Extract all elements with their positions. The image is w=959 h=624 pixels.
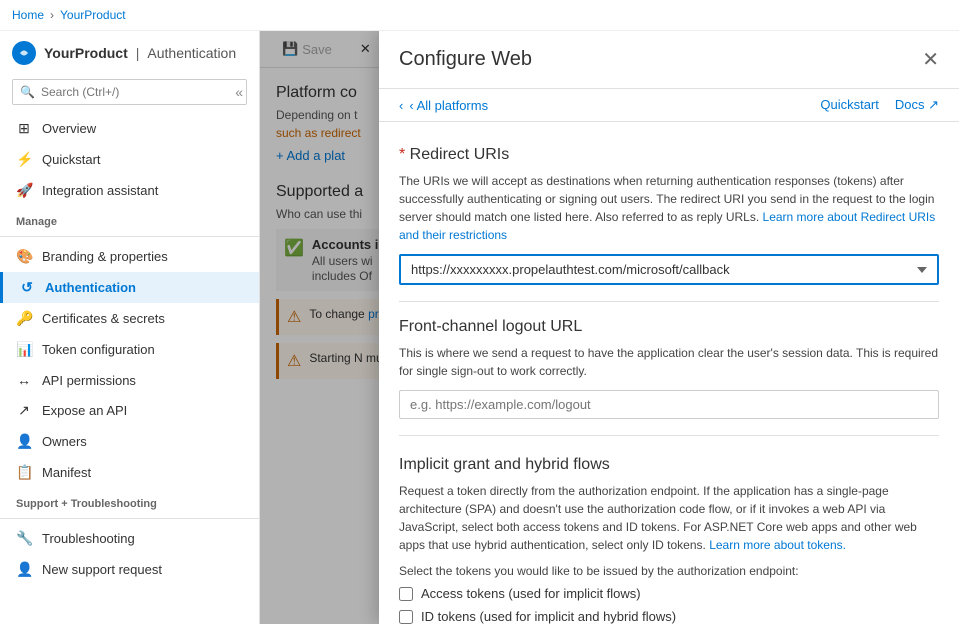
redirect-description: The URIs we will accept as destinations … bbox=[399, 172, 939, 244]
overview-icon: ⊞ bbox=[16, 120, 32, 137]
divider bbox=[0, 236, 259, 237]
sidebar-item-new-support[interactable]: 👤 New support request bbox=[0, 554, 259, 585]
back-chevron-icon: ‹ bbox=[399, 98, 403, 113]
sidebar-section-name: Authentication bbox=[147, 45, 236, 61]
access-token-label[interactable]: Access tokens (used for implicit flows) bbox=[421, 586, 641, 601]
sidebar-item-owners[interactable]: 👤 Owners bbox=[0, 426, 259, 457]
new-support-icon: 👤 bbox=[16, 561, 32, 578]
id-token-row: ID tokens (used for implicit and hybrid … bbox=[399, 609, 939, 624]
sidebar-item-label: Manifest bbox=[42, 465, 91, 480]
search-box: 🔍 « bbox=[12, 79, 247, 105]
redirect-uri-select[interactable]: https://xxxxxxxxx.propelauthtest.com/mic… bbox=[399, 254, 939, 285]
sidebar-title: YourProduct | Authentication bbox=[12, 41, 247, 65]
back-label: ‹ All platforms bbox=[409, 98, 488, 113]
sidebar-item-label: Troubleshooting bbox=[42, 531, 135, 546]
panel-header: Configure Web ✕ bbox=[379, 31, 959, 89]
divider2 bbox=[0, 518, 259, 519]
redirect-uri-header: Redirect URIs bbox=[399, 146, 939, 164]
id-token-checkbox[interactable] bbox=[399, 610, 413, 624]
sidebar-item-expose-api[interactable]: ↗ Expose an API bbox=[0, 395, 259, 426]
sidebar-item-label: Branding & properties bbox=[42, 249, 168, 264]
cert-icon: 🔑 bbox=[16, 310, 32, 327]
collapse-button[interactable]: « bbox=[235, 84, 243, 100]
breadcrumb-sep1: › bbox=[50, 8, 54, 22]
sidebar-item-label: Overview bbox=[42, 121, 96, 136]
redirect-uri-row: https://xxxxxxxxx.propelauthtest.com/mic… bbox=[399, 254, 939, 285]
flow-learn-more-link[interactable]: Learn more about tokens. bbox=[709, 538, 846, 552]
sidebar-item-authentication[interactable]: ↺ Authentication bbox=[0, 272, 259, 303]
panel-nav-right: Quickstart Docs ↗ bbox=[820, 97, 939, 113]
api-icon: ↔ bbox=[16, 372, 32, 388]
sidebar-item-label: Authentication bbox=[45, 280, 136, 295]
sidebar-item-label: Certificates & secrets bbox=[42, 311, 165, 326]
sidebar-item-branding[interactable]: 🎨 Branding & properties bbox=[0, 241, 259, 272]
panel-nav: ‹ ‹ All platforms Quickstart Docs ↗ bbox=[379, 89, 959, 122]
panel-title: Configure Web bbox=[399, 48, 532, 71]
manage-section-label: Manage bbox=[0, 206, 259, 232]
support-section-label: Support + Troubleshooting bbox=[0, 488, 259, 514]
integration-icon: 🚀 bbox=[16, 182, 32, 199]
sidebar-item-token[interactable]: 📊 Token configuration bbox=[0, 334, 259, 365]
breadcrumb-home[interactable]: Home bbox=[12, 8, 44, 22]
docs-link[interactable]: Docs ↗ bbox=[895, 97, 939, 113]
panel-close-button[interactable]: ✕ bbox=[922, 47, 939, 72]
access-token-checkbox[interactable] bbox=[399, 587, 413, 601]
sidebar-item-quickstart[interactable]: ⚡ Quickstart bbox=[0, 144, 259, 175]
sidebar-item-troubleshooting[interactable]: 🔧 Troubleshooting bbox=[0, 523, 259, 554]
back-to-platforms[interactable]: ‹ ‹ All platforms bbox=[399, 98, 488, 113]
auth-icon: ↺ bbox=[19, 279, 35, 296]
sidebar-item-label: Integration assistant bbox=[42, 183, 158, 198]
sidebar-item-label: API permissions bbox=[42, 373, 136, 388]
sidebar-item-label: Owners bbox=[42, 434, 87, 449]
sidebar-item-label: Quickstart bbox=[42, 152, 101, 167]
manifest-icon: 📋 bbox=[16, 464, 32, 481]
sidebar-item-label: New support request bbox=[42, 562, 162, 577]
content-area: 💾 Save ✕ Platform co Depending on t such… bbox=[260, 31, 959, 624]
troubleshooting-icon: 🔧 bbox=[16, 530, 32, 547]
logout-description: This is where we send a request to have … bbox=[399, 344, 939, 380]
sidebar-product-name: YourProduct bbox=[44, 45, 128, 61]
sidebar-item-label: Expose an API bbox=[42, 403, 127, 418]
flow-section-header: Implicit grant and hybrid flows bbox=[399, 456, 939, 474]
panel-body: Redirect URIs The URIs we will accept as… bbox=[379, 122, 959, 624]
configure-web-panel: Configure Web ✕ ‹ ‹ All platforms Quicks… bbox=[379, 31, 959, 624]
sidebar-item-manifest[interactable]: 📋 Manifest bbox=[0, 457, 259, 488]
quickstart-link[interactable]: Quickstart bbox=[820, 97, 879, 113]
token-icon: 📊 bbox=[16, 341, 32, 358]
sidebar: YourProduct | Authentication 🔍 « ⊞ Overv… bbox=[0, 31, 260, 624]
logout-url-header: Front-channel logout URL bbox=[399, 318, 939, 336]
sidebar-item-certificates[interactable]: 🔑 Certificates & secrets bbox=[0, 303, 259, 334]
breadcrumb: Home › YourProduct bbox=[0, 0, 959, 31]
sidebar-logo bbox=[12, 41, 36, 65]
sidebar-item-api-permissions[interactable]: ↔ API permissions bbox=[0, 365, 259, 395]
access-token-row: Access tokens (used for implicit flows) bbox=[399, 586, 939, 601]
expose-icon: ↗ bbox=[16, 402, 32, 419]
sidebar-item-label: Token configuration bbox=[42, 342, 155, 357]
logout-url-input[interactable] bbox=[399, 390, 939, 419]
sidebar-header: YourProduct | Authentication bbox=[0, 31, 259, 71]
flow-section: Implicit grant and hybrid flows Request … bbox=[399, 456, 939, 624]
separator-1 bbox=[399, 301, 939, 302]
search-input[interactable] bbox=[12, 79, 247, 105]
sidebar-item-overview[interactable]: ⊞ Overview bbox=[0, 113, 259, 144]
token-prompt: Select the tokens you would like to be i… bbox=[399, 564, 939, 578]
owners-icon: 👤 bbox=[16, 433, 32, 450]
id-token-label[interactable]: ID tokens (used for implicit and hybrid … bbox=[421, 609, 676, 624]
flow-description: Request a token directly from the author… bbox=[399, 482, 939, 554]
breadcrumb-product[interactable]: YourProduct bbox=[60, 8, 126, 22]
branding-icon: 🎨 bbox=[16, 248, 32, 265]
quickstart-icon: ⚡ bbox=[16, 151, 32, 168]
sidebar-item-integration[interactable]: 🚀 Integration assistant bbox=[0, 175, 259, 206]
separator-2 bbox=[399, 435, 939, 436]
search-icon: 🔍 bbox=[20, 85, 35, 99]
